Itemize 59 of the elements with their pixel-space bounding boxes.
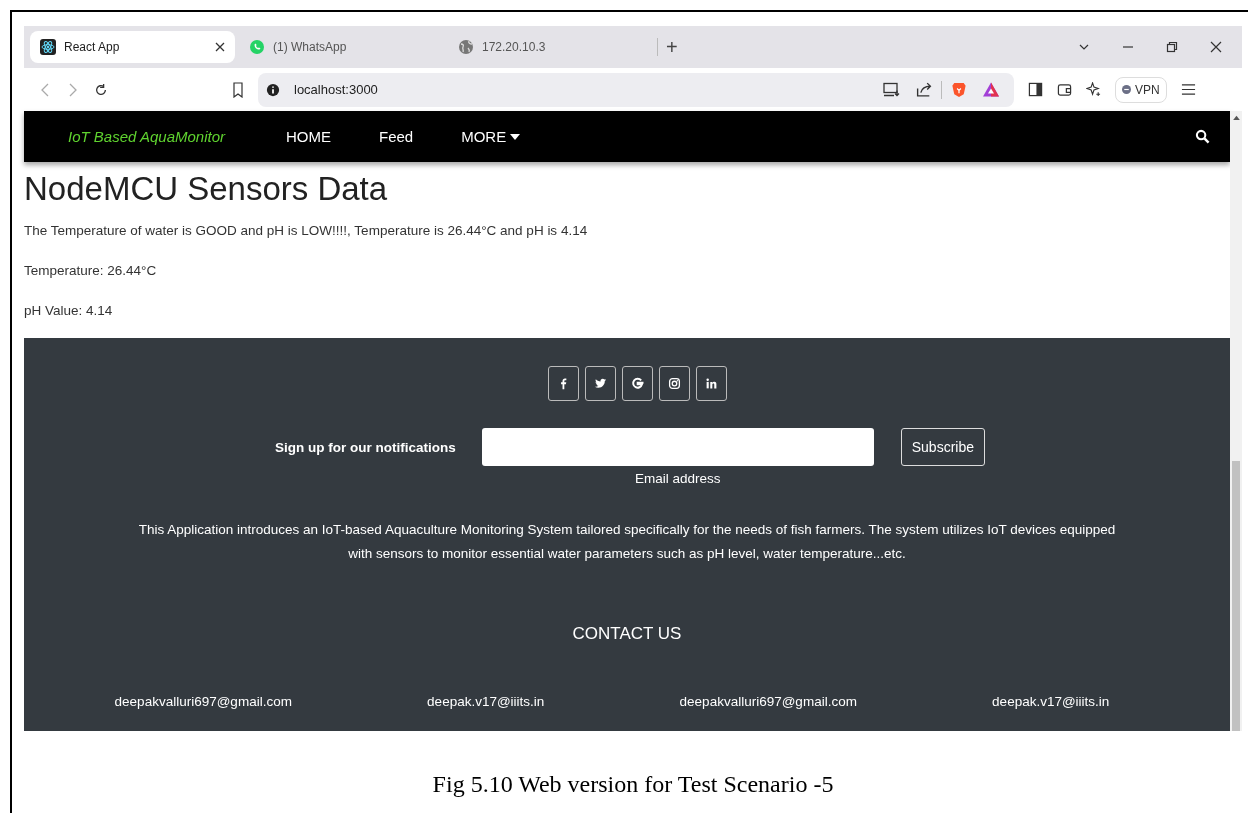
vpn-status-icon: [1122, 85, 1131, 94]
bookmark-icon[interactable]: [232, 81, 244, 98]
sparkle-icon[interactable]: [1086, 82, 1101, 97]
page-heading: NodeMCU Sensors Data: [24, 170, 389, 208]
nav-link[interactable]: Feed: [379, 128, 414, 145]
close-icon[interactable]: [1210, 41, 1222, 53]
email-link[interactable]: deepakvalluri697@gmail.com: [73, 694, 334, 709]
globe-icon: [458, 39, 474, 55]
nav-link[interactable]: MORE: [461, 128, 521, 145]
restore-icon[interactable]: [1166, 41, 1178, 53]
triangle-icon[interactable]: [982, 81, 1000, 98]
signup-label: Sign up for our notifications: [275, 440, 456, 455]
temperature-text: Temperature: 26.44°C: [24, 262, 158, 279]
vpn-button[interactable]: VPN: [1115, 76, 1167, 103]
browser-tab[interactable]: 172.20.10.3: [448, 31, 653, 63]
browser-tab[interactable]: React App: [30, 31, 235, 63]
menu-icon[interactable]: [1180, 82, 1196, 97]
install-app-icon[interactable]: [883, 81, 901, 98]
about-text: This Application introduces an IoT-based Aquaculture Monitoring System tailored specifically for the needs of fish farmers. The system utilizes IoT devices equipped with sensors to monitor essential water parameters such as pH level, water temperature...etc.: [137, 521, 1117, 563]
lion-shield-icon[interactable]: [950, 81, 968, 98]
email-hint: Email address: [634, 471, 721, 486]
browser-tab[interactable]: (1) WhatsApp: [239, 31, 444, 63]
social-button[interactable]: [584, 366, 616, 401]
atom-icon: [40, 39, 56, 55]
ph-text: pH Value: 4.14: [24, 302, 114, 319]
brand-link[interactable]: IoT Based AquaMonitor: [68, 128, 286, 145]
scrollbar[interactable]: [1230, 111, 1242, 731]
social-button[interactable]: [621, 366, 653, 401]
bird-icon: [593, 377, 607, 390]
email-link[interactable]: deepak.v17@iiits.in: [355, 694, 616, 709]
share-icon[interactable]: [915, 81, 933, 98]
new-tab-button[interactable]: +: [657, 38, 686, 56]
subscribe-button[interactable]: Subscribe: [900, 428, 985, 466]
figure-caption: Fig 5.10 Web version for Test Scenario -5: [431, 771, 835, 798]
social-button[interactable]: [695, 366, 727, 401]
camera-icon: [667, 377, 681, 390]
social-button[interactable]: [658, 366, 690, 401]
email-link[interactable]: deepakvalluri697@gmail.com: [638, 694, 899, 709]
email-link[interactable]: deepak.v17@iiits.in: [920, 694, 1181, 709]
tab-title: React App: [64, 40, 121, 54]
sidebar-icon[interactable]: [1028, 82, 1043, 97]
reload-icon[interactable]: [94, 81, 108, 98]
email-field[interactable]: [481, 428, 874, 466]
contact-heading: CONTACT US: [572, 624, 682, 644]
search-icon[interactable]: [1195, 129, 1210, 144]
google-icon: [630, 377, 644, 390]
tab-title: (1) WhatsApp: [273, 40, 348, 54]
status-text: The Temperature of water is GOOD and pH is LOW!!!!, Temperature is 26.44°C and pH is 4.14: [24, 222, 589, 239]
scroll-up-icon[interactable]: [1232, 115, 1240, 120]
wallet-icon[interactable]: [1057, 82, 1072, 97]
nav-link[interactable]: HOME: [286, 128, 331, 145]
caret-icon: [510, 133, 521, 140]
social-button[interactable]: [547, 366, 579, 401]
tab-title: 172.20.10.3: [482, 40, 547, 54]
chat-bubble-icon: [249, 39, 265, 55]
close-tab-icon[interactable]: [215, 42, 225, 52]
address-bar[interactable]: localhost:3000: [258, 72, 1014, 107]
linkedin-icon: [704, 377, 718, 390]
info-icon: [266, 82, 280, 97]
